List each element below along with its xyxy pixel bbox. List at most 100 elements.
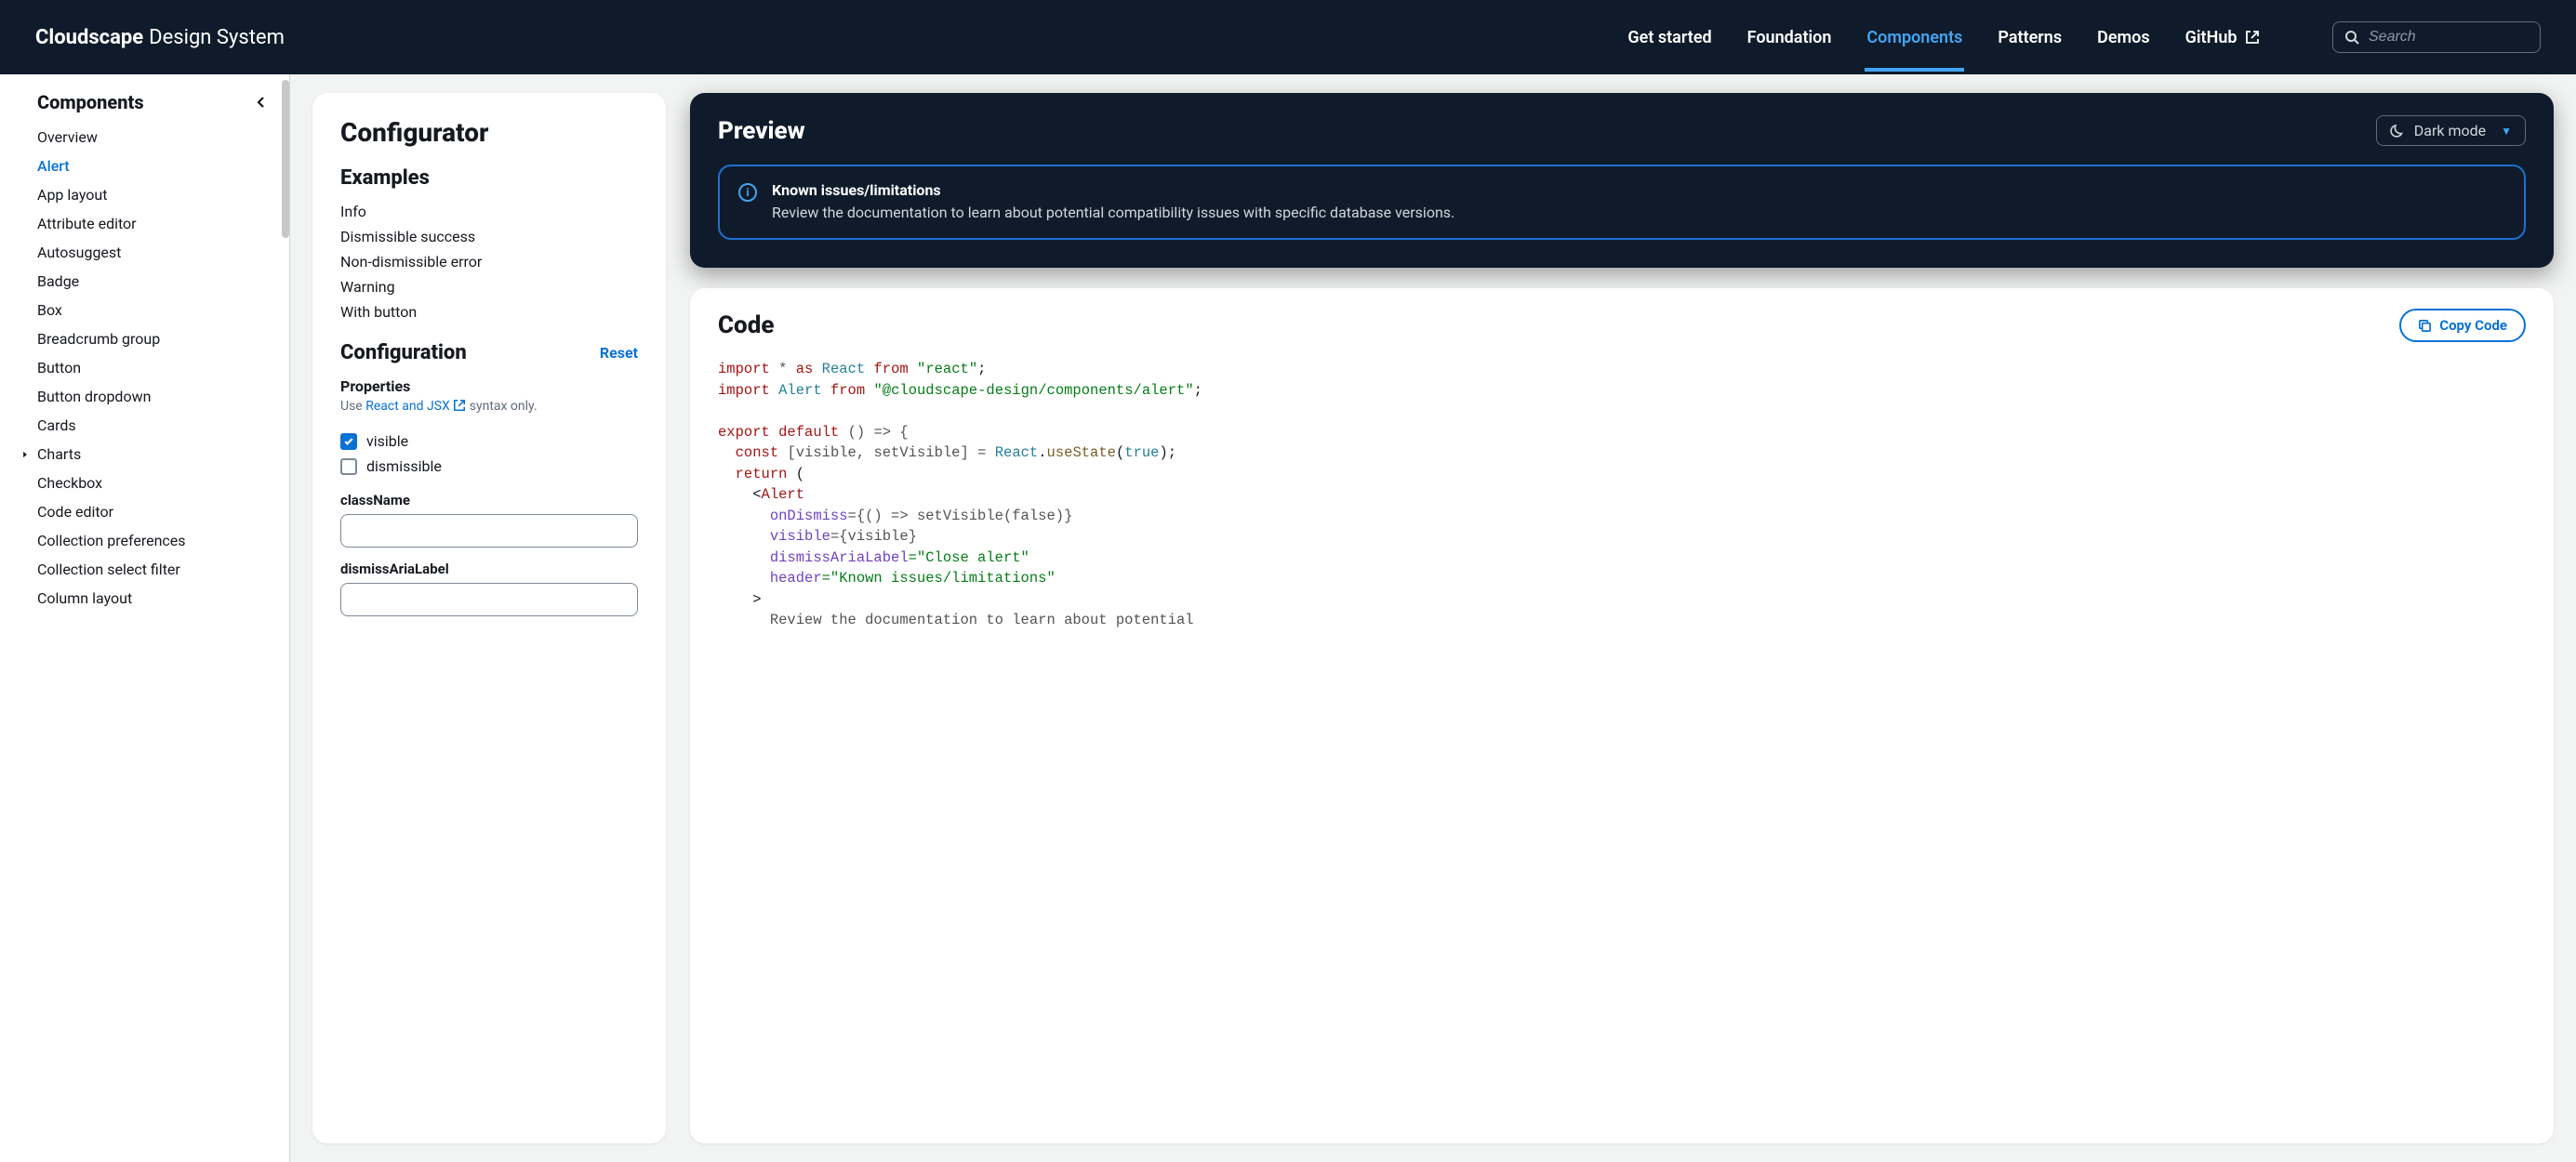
sidebar-item-label: Cards <box>37 416 76 434</box>
code-title: Code <box>718 311 774 339</box>
nav-get-started[interactable]: Get started <box>1627 4 1711 72</box>
nav-github-label: GitHub <box>2185 28 2237 47</box>
dismissible-checkbox-row[interactable]: dismissible <box>340 454 638 479</box>
external-link-icon <box>453 399 466 412</box>
sidebar-item[interactable]: Button dropdown <box>37 382 271 411</box>
sidebar-item-label: Charts <box>37 445 81 463</box>
sidebar-title: Components <box>37 91 144 113</box>
reset-link[interactable]: Reset <box>600 344 638 362</box>
brand[interactable]: Cloudscape Design System <box>35 26 285 49</box>
moon-icon <box>2390 124 2405 139</box>
sidebar-item-label: Attribute editor <box>37 215 137 232</box>
hint-prefix: Use <box>340 399 365 414</box>
hint-suffix: syntax only. <box>466 399 537 414</box>
sidebar-list: Overview Alert App layout Attribute editor A… <box>37 123 271 613</box>
dismissible-checkbox[interactable] <box>340 458 357 475</box>
preview-panel: Preview Dark mode ▼ i Known issues/limit… <box>690 93 2554 268</box>
search-box[interactable] <box>2332 21 2541 53</box>
nav-github[interactable]: GitHub <box>2185 4 2260 72</box>
sidebar-item[interactable]: Collection preferences <box>37 526 271 555</box>
caret-right-icon <box>20 450 33 459</box>
classname-input[interactable] <box>340 514 638 548</box>
sidebar-item-label: Overview <box>37 128 98 146</box>
sidebar-item[interactable]: Cards <box>37 411 271 440</box>
sidebar-item[interactable]: Box <box>37 296 271 324</box>
brand-bold: Cloudscape <box>35 26 143 49</box>
configurator-panel: Configurator Examples InfoDismissible su… <box>312 93 666 1143</box>
sidebar-item-label: Breadcrumb group <box>37 330 160 348</box>
code-head: Code Copy Code <box>718 309 2526 342</box>
info-icon: i <box>738 183 757 202</box>
theme-mode-select[interactable]: Dark mode ▼ <box>2376 115 2526 146</box>
nav-demos[interactable]: Demos <box>2097 4 2150 72</box>
configuration-heading: Configuration <box>340 341 467 364</box>
sidebar-item[interactable]: Badge <box>37 267 271 296</box>
dismissarialabel-input[interactable] <box>340 583 638 616</box>
sidebar-item[interactable]: Code editor <box>37 497 271 526</box>
example-item[interactable]: Info <box>340 199 638 224</box>
preview-title: Preview <box>718 117 805 145</box>
properties-hint: Use React and JSX syntax only. <box>340 399 638 414</box>
example-item[interactable]: With button <box>340 299 638 324</box>
main-area: Configurator Examples InfoDismissible su… <box>290 74 2576 1162</box>
alert: i Known issues/limitations Review the do… <box>718 165 2526 240</box>
top-nav: Get started Foundation Components Patter… <box>1627 4 2541 72</box>
sidebar-item[interactable]: Collection select filter <box>37 555 271 584</box>
visible-checkbox-row[interactable]: visible <box>340 429 638 454</box>
sidebar-item[interactable]: App layout <box>37 180 271 209</box>
sidebar-item[interactable]: Autosuggest <box>37 238 271 267</box>
sidebar-item[interactable]: Charts <box>37 440 271 469</box>
sidebar-item[interactable]: Column layout <box>37 584 271 613</box>
hint-link[interactable]: React and JSX <box>365 399 466 414</box>
sidebar-item[interactable]: Breadcrumb group <box>37 324 271 353</box>
configurator-title: Configurator <box>340 117 638 148</box>
nav-patterns[interactable]: Patterns <box>1998 4 2062 72</box>
sidebar-item[interactable]: Button <box>37 353 271 382</box>
properties-heading: Properties <box>340 377 638 395</box>
external-link-icon <box>2245 30 2260 45</box>
search-icon <box>2344 30 2359 45</box>
collapse-sidebar-icon[interactable] <box>254 95 269 110</box>
copy-code-button[interactable]: Copy Code <box>2399 309 2526 342</box>
alert-content: Known issues/limitations Review the docu… <box>772 181 1454 223</box>
sidebar-item-label: Collection select filter <box>37 561 180 578</box>
copy-icon <box>2418 319 2432 333</box>
sidebar-item[interactable]: Attribute editor <box>37 209 271 238</box>
alert-header: Known issues/limitations <box>772 181 1454 199</box>
dismissarialabel-label: dismissAriaLabel <box>340 561 638 577</box>
example-item[interactable]: Dismissible success <box>340 224 638 249</box>
theme-mode-label: Dark mode <box>2414 122 2486 139</box>
search-input[interactable] <box>2369 29 2562 46</box>
sidebar-item-label: Code editor <box>37 503 113 521</box>
example-list: InfoDismissible successNon-dismissible e… <box>340 199 638 324</box>
configuration-heading-row: Configuration Reset <box>340 341 638 364</box>
nav-components[interactable]: Components <box>1866 4 1962 72</box>
example-item[interactable]: Non-dismissible error <box>340 249 638 274</box>
sidebar-item-label: Column layout <box>37 589 132 607</box>
sidebar-item[interactable]: Checkbox <box>37 469 271 497</box>
examples-heading: Examples <box>340 166 638 190</box>
sidebar-item-label: Checkbox <box>37 474 102 492</box>
code-block[interactable]: import * as React from "react"; import A… <box>718 359 2526 630</box>
example-item[interactable]: Warning <box>340 274 638 299</box>
sidebar: Components Overview Alert App layout Attrib… <box>0 74 290 1162</box>
sidebar-item[interactable]: Overview <box>37 123 271 152</box>
sidebar-item-label: Button <box>37 359 81 376</box>
sidebar-item-label: App layout <box>37 186 107 204</box>
alert-body: Review the documentation to learn about … <box>772 203 1454 223</box>
brand-rest: Design System <box>149 26 285 49</box>
nav-foundation[interactable]: Foundation <box>1747 4 1832 72</box>
scrollbar[interactable] <box>282 80 289 238</box>
sidebar-item-label: Box <box>37 301 62 319</box>
right-column: Preview Dark mode ▼ i Known issues/limit… <box>690 93 2554 1143</box>
top-header: Cloudscape Design System Get started Fou… <box>0 0 2576 74</box>
sidebar-item[interactable]: Alert <box>37 152 271 180</box>
sidebar-item-label: Badge <box>37 272 79 290</box>
classname-label: className <box>340 492 638 508</box>
sidebar-item-label: Autosuggest <box>37 244 121 261</box>
visible-checkbox[interactable] <box>340 433 357 450</box>
sidebar-title-row: Components <box>37 91 271 113</box>
hint-link-text: React and JSX <box>365 399 450 414</box>
code-panel: Code Copy Code import * as React from "r… <box>690 288 2554 1143</box>
chevron-down-icon: ▼ <box>2501 125 2512 138</box>
